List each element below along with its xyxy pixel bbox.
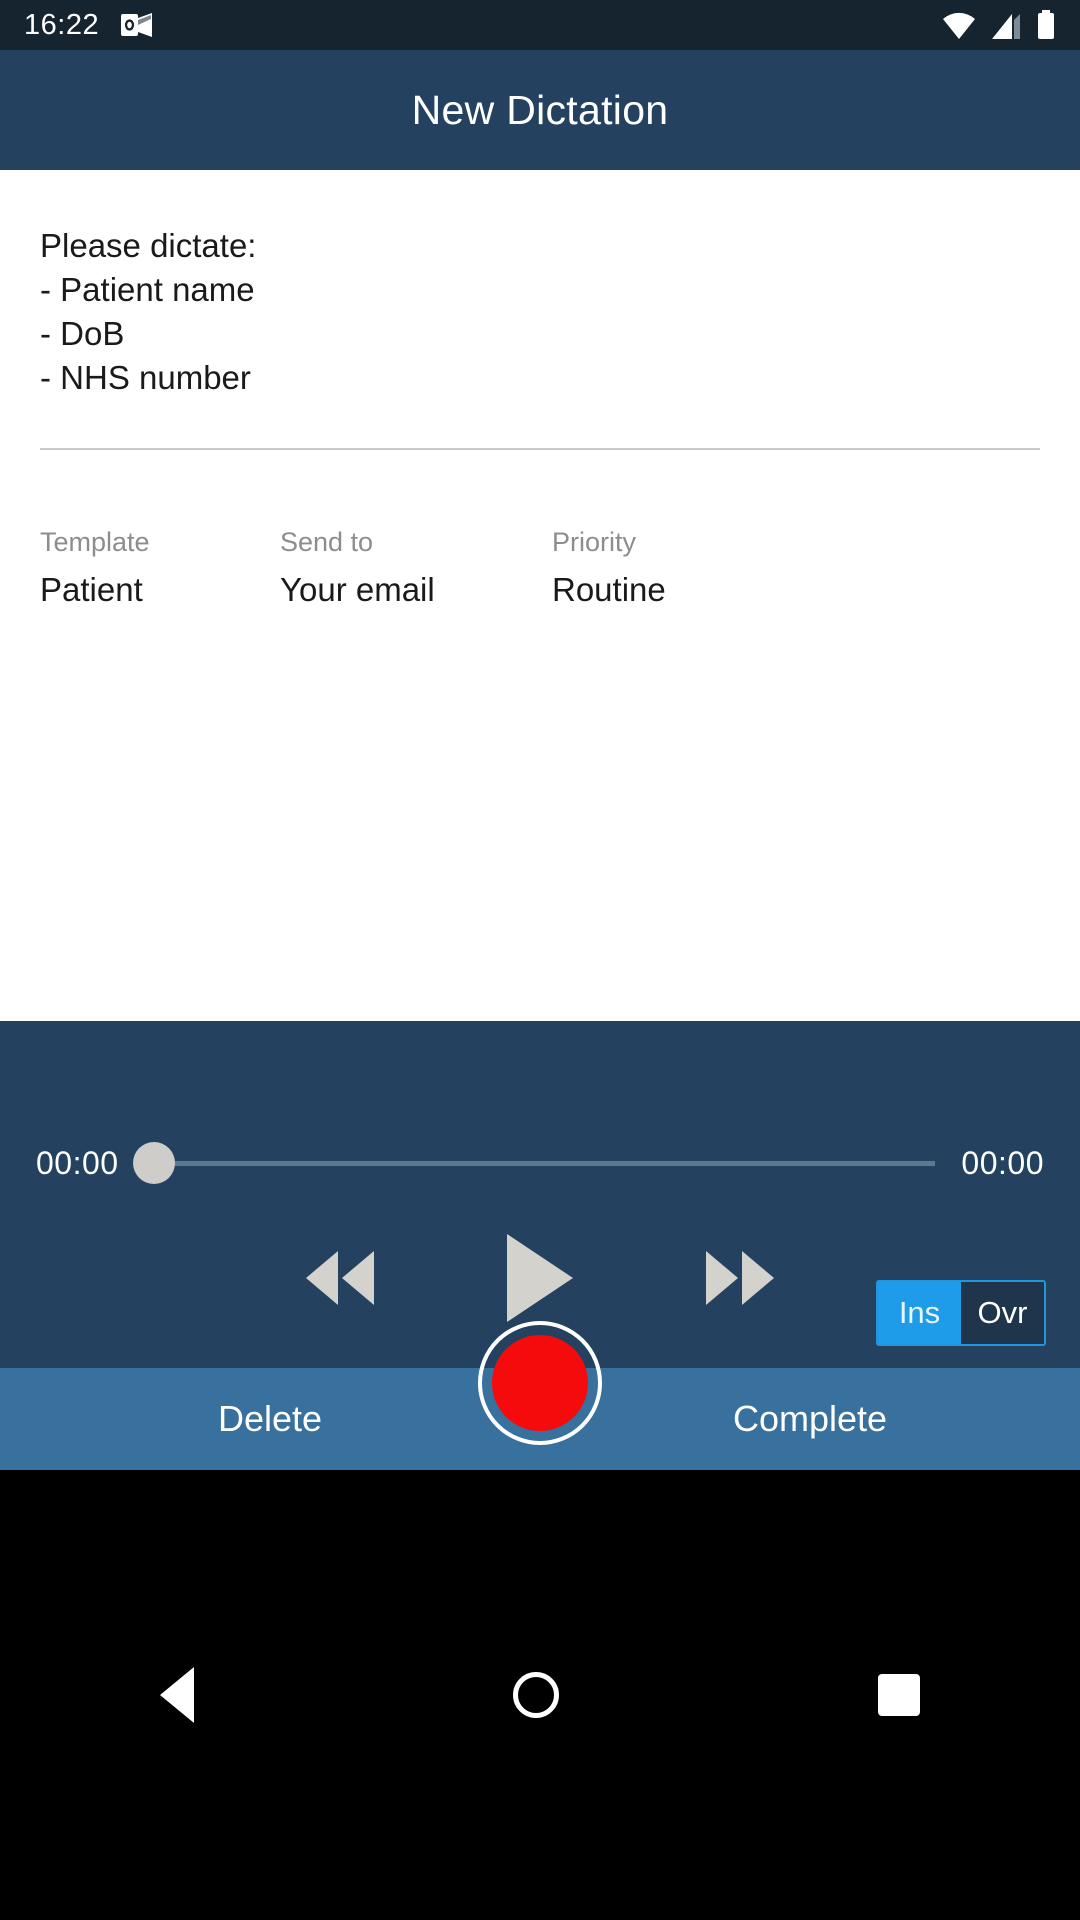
toggle-option-ovr[interactable]: Ovr <box>961 1282 1044 1344</box>
status-bar-clock: 16:22 <box>24 8 100 41</box>
metadata-value: Patient <box>40 571 143 608</box>
dictation-metadata-row: Template Patient Send to Your email Prio… <box>40 525 1040 614</box>
rewind-triangle-2 <box>342 1251 374 1305</box>
recents-square-icon[interactable] <box>878 1674 921 1716</box>
metadata-field-send-to[interactable]: Send to Your email <box>280 525 552 614</box>
dictation-content: Please dictate: - Patient name - DoB - N… <box>0 170 1080 1021</box>
record-icon <box>492 1335 588 1431</box>
complete-button[interactable]: Complete <box>540 1398 1080 1440</box>
content-divider <box>40 448 1040 450</box>
forward-triangle-2 <box>742 1251 774 1305</box>
dictation-instructions: Please dictate: - Patient name - DoB - N… <box>40 224 1040 400</box>
cellular-signal-icon <box>992 14 1020 39</box>
outlook-icon <box>121 13 153 37</box>
page-title: New Dictation <box>411 86 669 133</box>
metadata-value: Routine <box>552 571 666 608</box>
instruction-line: - DoB <box>40 315 125 352</box>
metadata-field-priority[interactable]: Priority Routine <box>552 525 792 614</box>
instruction-line: - NHS number <box>40 359 251 396</box>
rewind-icon[interactable] <box>280 1238 400 1318</box>
record-button[interactable] <box>478 1321 602 1445</box>
android-navigation-bar <box>0 1470 1080 1920</box>
status-bar-notification-icons <box>121 10 153 40</box>
play-icon[interactable] <box>460 1233 620 1323</box>
app-bar: New Dictation <box>0 50 1080 170</box>
elapsed-time-label: 00:00 <box>36 1144 119 1181</box>
toggle-option-ins[interactable]: Ins <box>878 1282 961 1344</box>
fast-forward-icon[interactable] <box>680 1238 800 1318</box>
seek-thumb[interactable] <box>132 1142 175 1184</box>
rewind-triangle-1 <box>306 1251 338 1305</box>
status-bar: 16:22 <box>0 0 1080 50</box>
play-triangle <box>507 1234 573 1322</box>
instruction-line: - Patient name <box>40 271 255 308</box>
back-triangle-icon[interactable] <box>159 1667 194 1723</box>
delete-button[interactable]: Delete <box>0 1398 540 1440</box>
seek-slider[interactable] <box>132 1141 948 1185</box>
metadata-label: Send to <box>280 527 374 557</box>
seek-row: 00:00 00:00 <box>0 1141 1080 1185</box>
home-circle-icon[interactable] <box>512 1672 559 1718</box>
status-bar-system-icons <box>942 10 1056 40</box>
forward-triangle-1 <box>706 1251 738 1305</box>
metadata-label: Priority <box>552 527 637 557</box>
insert-overwrite-toggle: Ins Ovr <box>876 1280 1046 1346</box>
app-screen: 16:22 New Dictation Please dictate: - Pa… <box>0 0 1080 1920</box>
metadata-field-template[interactable]: Template Patient <box>40 525 280 614</box>
metadata-label: Template <box>40 527 150 557</box>
battery-icon <box>1038 10 1054 39</box>
audio-player-panel: 00:00 00:00 Ins Ovr <box>0 1021 1080 1445</box>
total-time-label: 00:00 <box>961 1144 1044 1181</box>
seek-track[interactable] <box>154 1160 936 1166</box>
instruction-line: Please dictate: <box>40 227 257 264</box>
wifi-icon <box>943 12 975 39</box>
metadata-value: Your email <box>280 571 435 608</box>
